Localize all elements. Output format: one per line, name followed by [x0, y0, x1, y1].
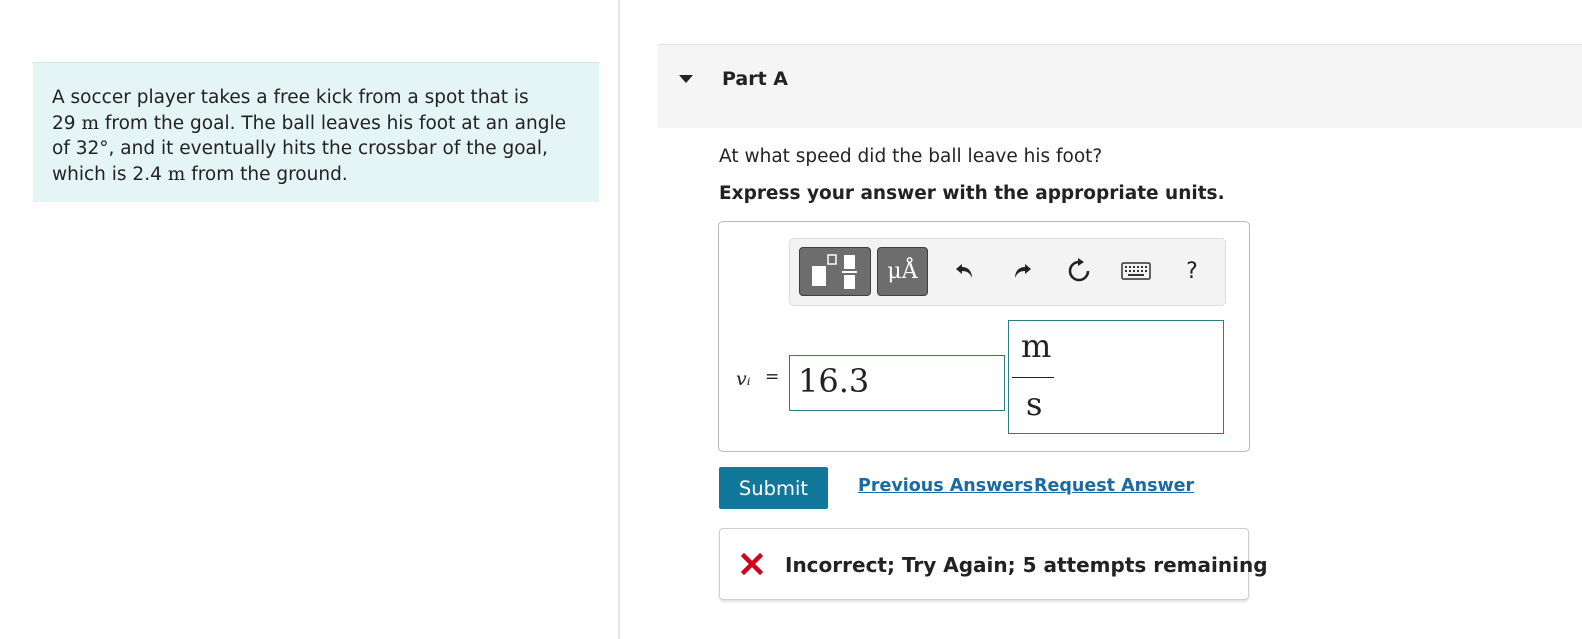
keyboard-icon[interactable]	[1121, 256, 1151, 286]
instruction-text: Express your answer with the appropriate…	[719, 183, 1225, 204]
part-header[interactable]: Part A	[658, 44, 1582, 128]
column-divider	[618, 0, 620, 639]
units-button[interactable]: μÅ	[877, 247, 928, 296]
problem-line-1: A soccer player takes a free kick from a…	[52, 87, 529, 108]
math-toolbar: μÅ ?	[789, 238, 1226, 306]
value-input[interactable]: 16.3	[789, 355, 1005, 411]
undo-icon[interactable]	[950, 256, 980, 286]
templates-button[interactable]	[799, 247, 871, 296]
problem-line-4: which is 2.4 m from the ground.	[52, 163, 348, 185]
variable-label: vᵢ	[736, 368, 751, 390]
problem-line-3: of 32°, and it eventually hits the cross…	[52, 138, 548, 159]
feedback-message: Incorrect; Try Again; 5 attempts remaini…	[785, 553, 1268, 577]
problem-line-2: 29 m from the goal. The ball leaves his …	[52, 112, 566, 134]
units-icon: μÅ	[887, 259, 918, 284]
templates-icon	[812, 254, 857, 289]
unit-input[interactable]: m s	[1008, 320, 1224, 434]
previous-answers-link[interactable]: Previous Answers	[858, 476, 1033, 496]
collapse-caret-icon[interactable]	[679, 75, 693, 83]
unit-numerator: m	[1021, 327, 1052, 365]
unit-denominator: s	[1026, 385, 1043, 423]
fraction-bar	[1012, 377, 1054, 378]
reset-icon[interactable]	[1064, 256, 1094, 286]
submit-button[interactable]: Submit	[719, 467, 828, 509]
equals-sign: =	[765, 367, 780, 387]
question-text: At what speed did the ball leave his foo…	[719, 146, 1103, 167]
feedback-box: Incorrect; Try Again; 5 attempts remaini…	[719, 528, 1268, 600]
problem-statement: A soccer player takes a free kick from a…	[33, 62, 599, 202]
request-answer-link[interactable]: Request Answer	[1034, 476, 1194, 496]
incorrect-x-icon	[740, 552, 764, 576]
redo-icon[interactable]	[1007, 256, 1037, 286]
part-title: Part A	[722, 68, 789, 90]
help-icon[interactable]: ?	[1177, 256, 1207, 286]
answer-box: μÅ ? vᵢ = 16.3 m s	[718, 221, 1250, 452]
